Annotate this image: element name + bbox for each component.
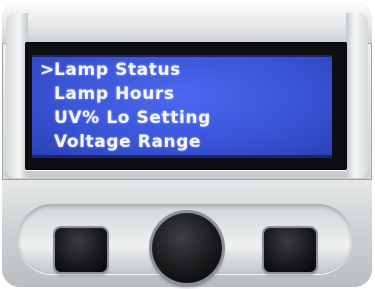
- menu-item-voltage-range[interactable]: Voltage Range: [40, 132, 201, 152]
- lcd-display: >Lamp Status Lamp Hours UV% Lo Setting V…: [32, 55, 332, 158]
- menu-item-label: Voltage Range: [54, 132, 202, 152]
- menu-item-label: Lamp Hours: [54, 84, 175, 104]
- menu-item-label: Lamp Status: [54, 60, 181, 80]
- left-button[interactable]: [55, 228, 107, 272]
- top-bezel: [2, 1, 372, 44]
- right-button[interactable]: [264, 228, 316, 272]
- right-bezel: [346, 13, 368, 178]
- menu-item-uv-lo-setting[interactable]: UV% Lo Setting: [40, 108, 211, 128]
- menu-item-label: UV% Lo Setting: [54, 108, 211, 128]
- center-select-button[interactable]: [152, 213, 222, 283]
- menu-item-lamp-hours[interactable]: Lamp Hours: [40, 84, 175, 104]
- menu-item-lamp-status[interactable]: >Lamp Status: [40, 60, 181, 80]
- selection-cursor-icon: >: [40, 60, 55, 80]
